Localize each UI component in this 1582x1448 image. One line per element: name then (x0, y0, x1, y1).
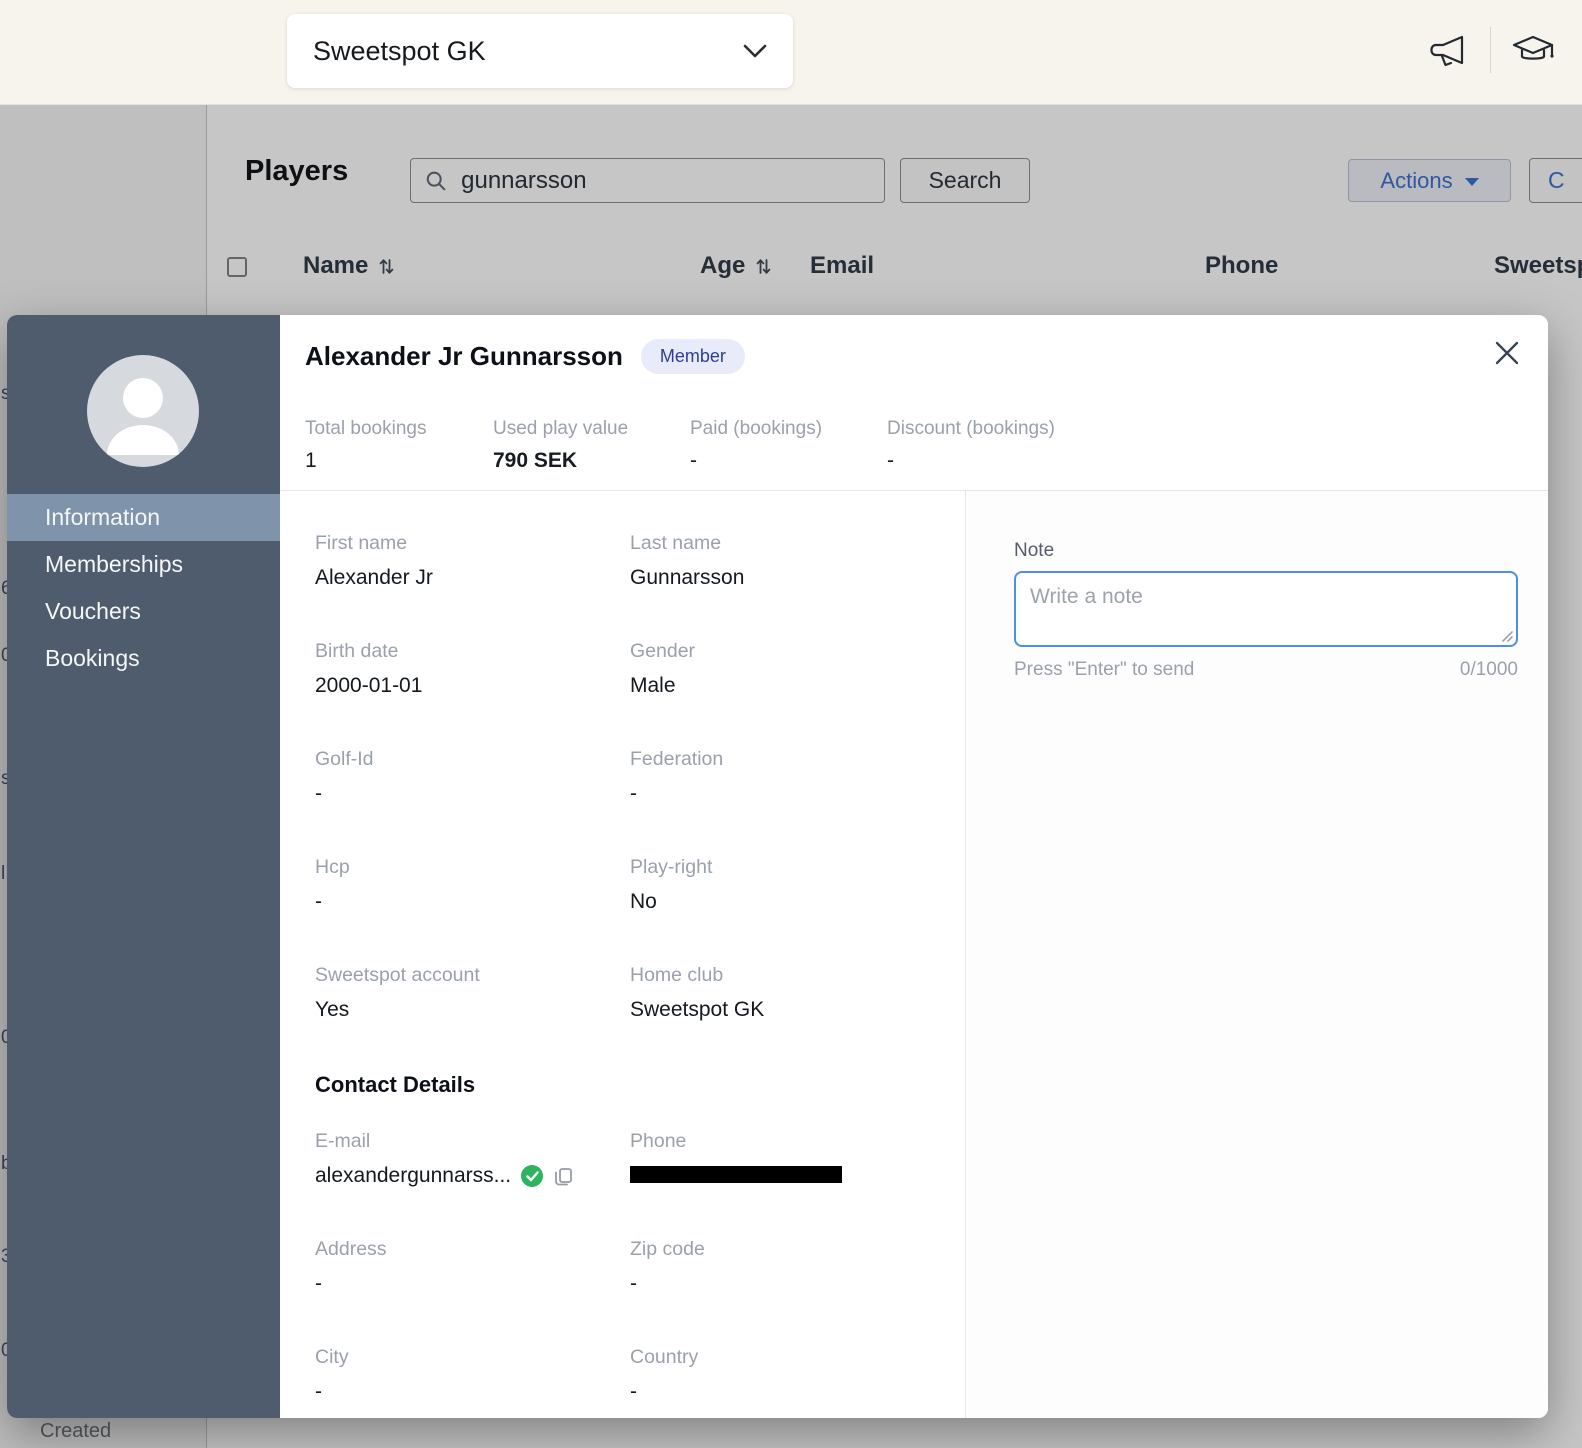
field-value: Sweetspot GK (630, 998, 945, 1022)
form-row-contact: E-mail alexandergunnarss... Phone (315, 1130, 965, 1188)
form-row: Sweetspot account Yes Home club Sweetspot … (315, 964, 965, 1022)
field-value: - (630, 1380, 945, 1404)
close-button[interactable] (1486, 332, 1528, 374)
sidebar-item-bookings[interactable]: Bookings (7, 635, 280, 682)
field-label: Federation (630, 748, 945, 771)
topbar: Sweetspot GK (0, 0, 1582, 105)
field-value: - (630, 782, 945, 806)
modal-header: Alexander Jr Gunnarsson Member (305, 339, 745, 374)
field-label: Golf-Id (315, 748, 630, 771)
email-value: alexandergunnarss... (315, 1164, 511, 1188)
form-row: Birth date 2000-01-01 Gender Male (315, 640, 965, 698)
topbar-divider (1490, 27, 1491, 73)
close-icon (1493, 339, 1521, 367)
player-info-form: First name Alexander Jr Last name Gunnarss… (280, 491, 965, 1418)
stat-paid-bookings: Paid (bookings) - (690, 418, 887, 473)
field-value: Male (630, 674, 945, 698)
player-stats: Total bookings 1 Used play value 790 SEK… (305, 418, 1055, 473)
contact-details-heading: Contact Details (315, 1072, 965, 1098)
sidebar-item-memberships[interactable]: Memberships (7, 541, 280, 588)
note-input[interactable] (1014, 571, 1518, 647)
megaphone-icon (1428, 32, 1468, 68)
field-value: - (630, 1272, 945, 1296)
field-label: Phone (630, 1130, 945, 1153)
modal-menu: Information Memberships Vouchers Booking… (7, 494, 280, 682)
note-label: Note (1014, 540, 1517, 562)
field-label: E-mail (315, 1130, 630, 1153)
announcements-button[interactable] (1424, 26, 1472, 74)
form-row: Address- Zip code- (315, 1238, 965, 1296)
field-value: No (630, 890, 945, 914)
form-row: City- Country- (315, 1346, 965, 1404)
avatar (87, 355, 199, 467)
resize-handle[interactable] (1500, 629, 1513, 642)
field-value: Alexander Jr (315, 566, 630, 590)
player-name: Alexander Jr Gunnarsson (305, 341, 623, 372)
field-label: City (315, 1346, 630, 1369)
note-meta: Press "Enter" to send 0/1000 (1014, 659, 1518, 681)
field-label: Last name (630, 532, 945, 555)
field-label: First name (315, 532, 630, 555)
phone-value-redacted (630, 1166, 842, 1183)
field-label: Sweetspot account (315, 964, 630, 987)
stat-discount-bookings: Discount (bookings) - (887, 418, 1055, 473)
sidebar-item-vouchers[interactable]: Vouchers (7, 588, 280, 635)
field-label: Address (315, 1238, 630, 1261)
copy-icon[interactable] (553, 1166, 574, 1187)
field-label: Country (630, 1346, 945, 1369)
player-details-modal: Information Memberships Vouchers Booking… (7, 315, 1548, 1418)
club-selector-value: Sweetspot GK (313, 36, 486, 67)
academy-button[interactable] (1509, 26, 1557, 74)
field-value: 2000-01-01 (315, 674, 630, 698)
form-row: Golf-Id- Federation- (315, 748, 965, 806)
field-label: Home club (630, 964, 945, 987)
stat-used-play-value: Used play value 790 SEK (493, 418, 690, 473)
graduation-cap-icon (1511, 33, 1555, 67)
note-hint: Press "Enter" to send (1014, 659, 1194, 681)
field-value: Yes (315, 998, 630, 1022)
chevron-down-icon (743, 44, 767, 58)
field-label: Birth date (315, 640, 630, 663)
form-row: Hcp - Play-right No (315, 856, 965, 914)
email-value-row: alexandergunnarss... (315, 1164, 630, 1188)
sidebar-item-information[interactable]: Information (7, 494, 280, 541)
field-value: - (315, 1272, 630, 1296)
note-panel: Note Press "Enter" to send 0/1000 (965, 491, 1548, 1418)
member-badge: Member (641, 339, 745, 374)
field-label: Zip code (630, 1238, 945, 1261)
form-row: First name Alexander Jr Last name Gunnarss… (315, 532, 965, 590)
note-input-wrap (1014, 571, 1518, 647)
stat-total-bookings: Total bookings 1 (305, 418, 493, 473)
person-icon (87, 355, 199, 467)
field-label: Gender (630, 640, 945, 663)
modal-main: Alexander Jr Gunnarsson Member Total boo… (280, 315, 1548, 1418)
note-counter: 0/1000 (1460, 659, 1518, 681)
topbar-actions (1424, 24, 1557, 76)
field-value: - (315, 1380, 630, 1404)
modal-sidebar: Information Memberships Vouchers Booking… (7, 315, 280, 1418)
field-value: Gunnarsson (630, 566, 945, 590)
field-label: Hcp (315, 856, 630, 879)
field-value: - (315, 890, 630, 914)
verified-check-icon (521, 1165, 543, 1187)
club-selector-dropdown[interactable]: Sweetspot GK (287, 14, 793, 88)
field-label: Play-right (630, 856, 945, 879)
field-value: - (315, 782, 630, 806)
